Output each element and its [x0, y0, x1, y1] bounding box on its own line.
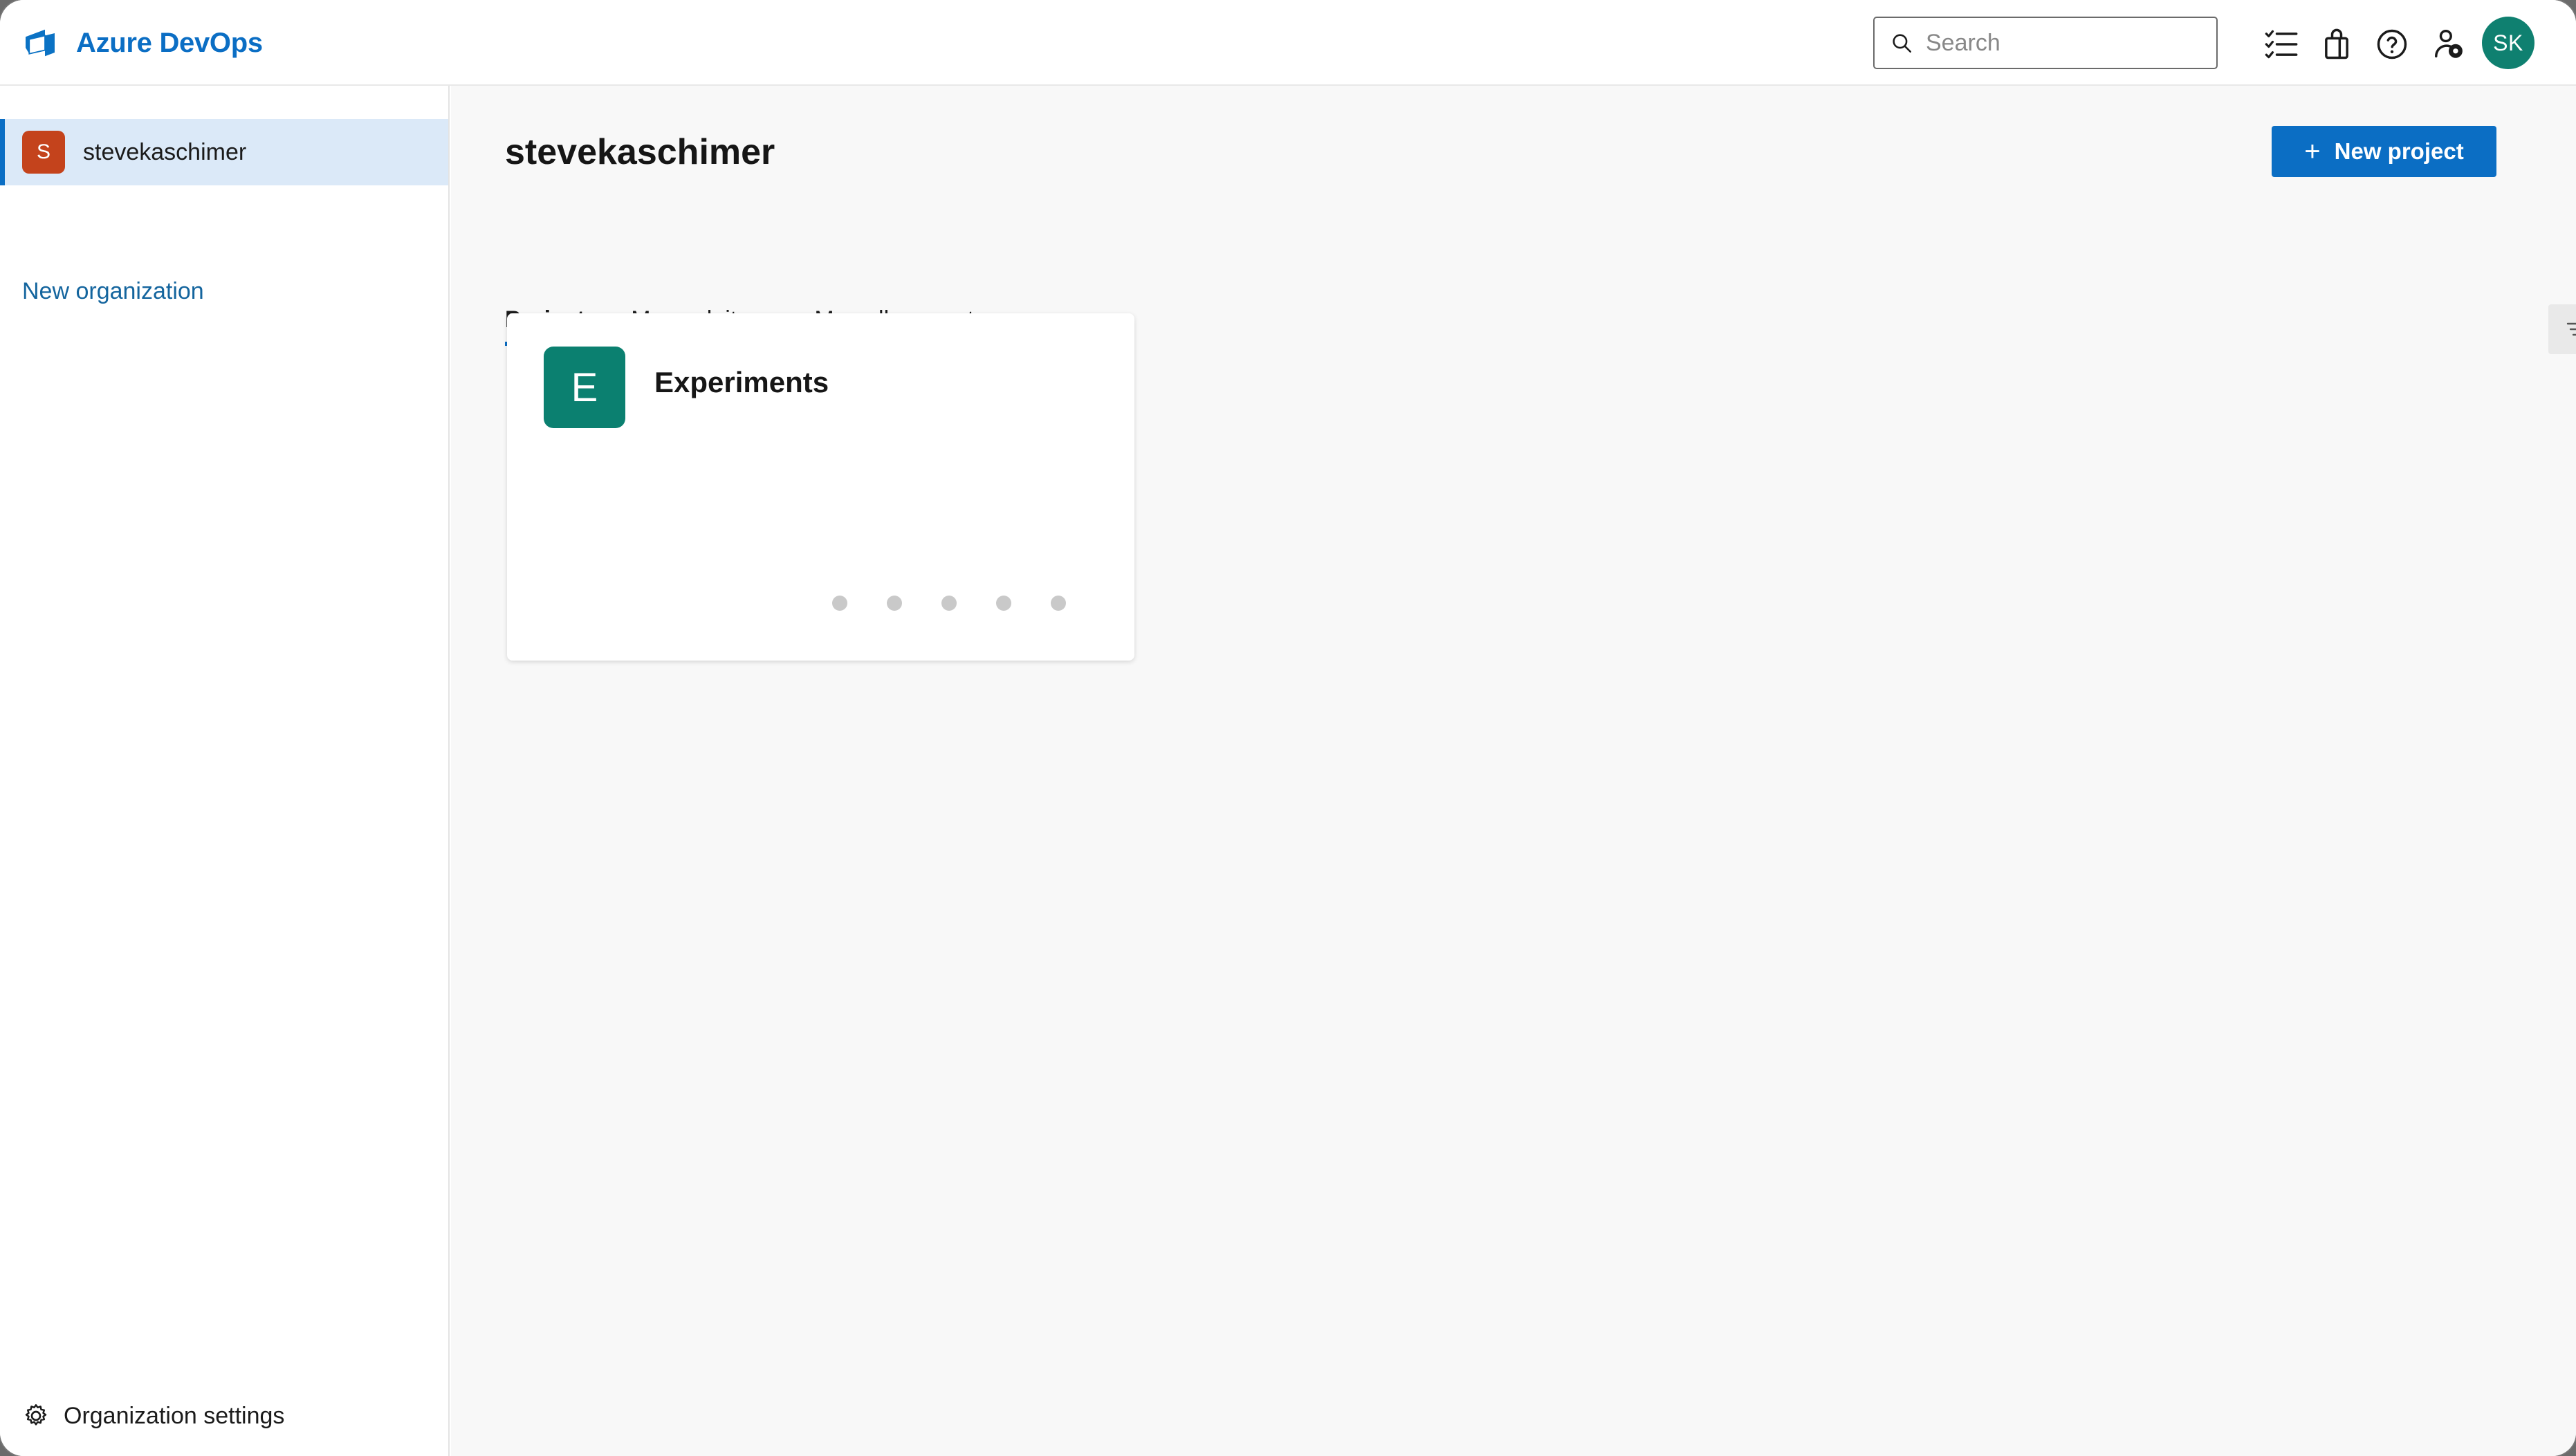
main-content: stevekaschimer + New project Projects My…: [451, 86, 2576, 1456]
top-header-bar: Azure DevOps Search SK: [0, 0, 2576, 86]
new-project-label: New project: [2334, 138, 2464, 164]
gear-icon: [22, 1402, 50, 1430]
project-card[interactable]: E Experiments: [507, 313, 1134, 661]
new-organization-label: New organization: [22, 278, 204, 304]
organization-settings-label: Organization settings: [64, 1402, 285, 1429]
left-sidebar: S stevekaschimer New organization Organi…: [0, 86, 450, 1456]
page-title: stevekaschimer: [505, 132, 775, 172]
service-dot: [887, 596, 902, 611]
service-dot: [832, 596, 847, 611]
organization-initial: S: [36, 140, 50, 163]
brand-home-link[interactable]: Azure DevOps: [21, 18, 263, 68]
service-dot: [1051, 596, 1066, 611]
help-icon[interactable]: [2374, 26, 2410, 62]
plus-icon: +: [2304, 136, 2321, 167]
project-name: Experiments: [654, 366, 829, 398]
project-initial: E: [571, 365, 598, 410]
brand-title: Azure DevOps: [76, 27, 263, 58]
sidebar-item-organization[interactable]: S stevekaschimer: [0, 119, 448, 185]
project-tile: E: [544, 347, 625, 428]
service-dot: [996, 596, 1011, 611]
new-project-button[interactable]: + New project: [2272, 126, 2496, 177]
service-dot: [941, 596, 957, 611]
azure-devops-logo-icon: [21, 24, 59, 62]
tasks-icon[interactable]: [2263, 26, 2299, 62]
organization-name-label: stevekaschimer: [83, 138, 247, 165]
project-service-dots: [832, 596, 1066, 611]
filter-projects-field[interactable]: [2548, 304, 2576, 354]
filter-icon: [2565, 318, 2576, 340]
browser-window: Azure DevOps Search SK S stevekaschimer …: [0, 0, 2576, 1456]
organization-avatar: S: [22, 131, 65, 174]
user-settings-icon[interactable]: [2429, 26, 2465, 62]
user-avatar[interactable]: SK: [2482, 17, 2534, 69]
global-search[interactable]: [1873, 17, 2218, 69]
project-grid: E Experiments: [507, 313, 1134, 661]
avatar-initials: SK: [2493, 30, 2523, 55]
search-icon: [1890, 31, 1913, 55]
organization-settings-link[interactable]: Organization settings: [22, 1402, 284, 1430]
new-organization-link[interactable]: New organization: [22, 278, 204, 305]
search-input[interactable]: [1924, 28, 2190, 57]
marketplace-icon[interactable]: [2319, 26, 2355, 62]
